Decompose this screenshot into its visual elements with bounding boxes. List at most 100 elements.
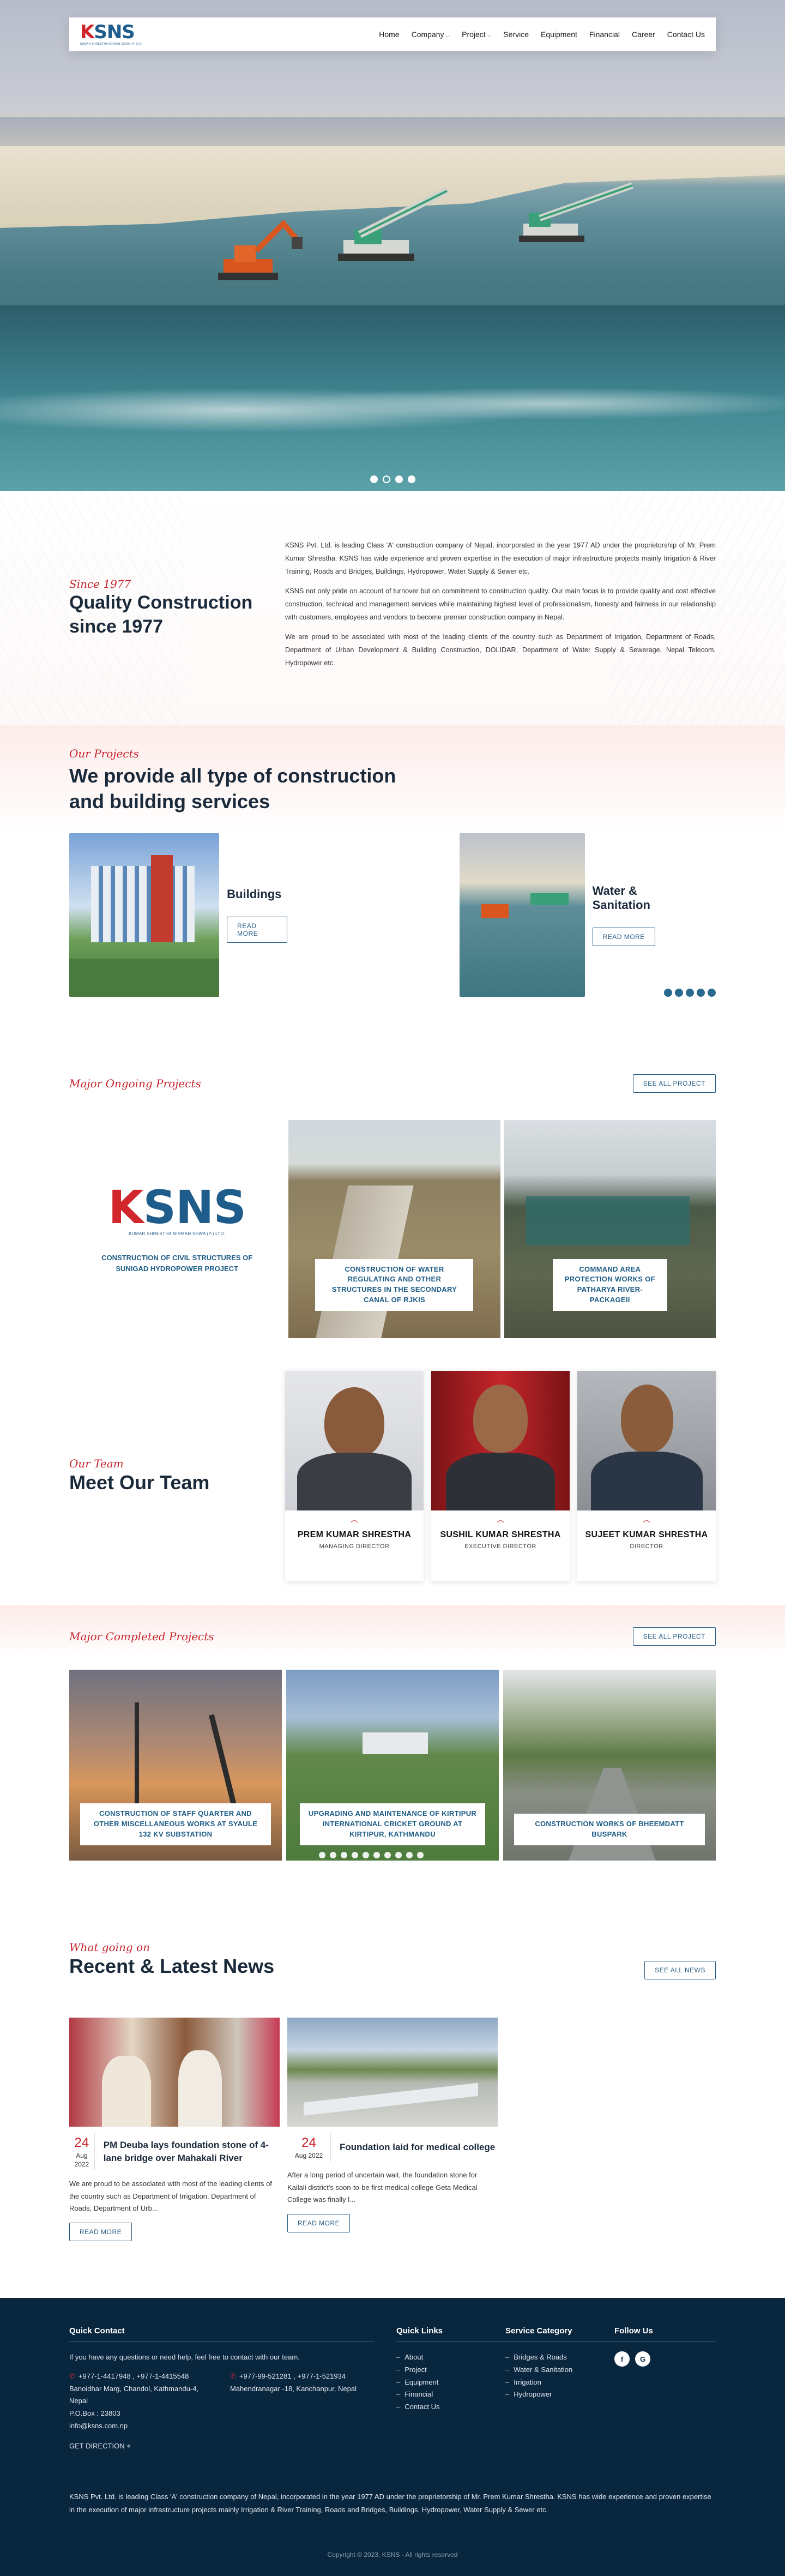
nav-item-company[interactable]: Company ⌵ xyxy=(412,30,450,39)
nav-item-home[interactable]: Home xyxy=(379,30,399,39)
slider-dot[interactable] xyxy=(363,1852,369,1858)
slider-dot[interactable] xyxy=(352,1852,358,1858)
slider-dot[interactable] xyxy=(330,1852,336,1858)
email-link[interactable]: info@ksns.com.np xyxy=(69,2420,375,2433)
get-direction-link[interactable]: GET DIRECTION ⌖ xyxy=(69,2440,375,2453)
news-image xyxy=(69,2017,280,2127)
completed-projects-section: Major Completed Projects SEE ALL PROJECT… xyxy=(0,1605,785,1908)
nav-item-financial[interactable]: Financial xyxy=(589,30,620,39)
footer-link[interactable]: Financial xyxy=(396,2388,505,2401)
nav-item-career[interactable]: Career xyxy=(632,30,655,39)
nav-item-equipment[interactable]: Equipment xyxy=(541,30,577,39)
team-member-card[interactable]: ︿ SUJEET KUMAR SHRESTHA DIRECTOR xyxy=(577,1371,716,1581)
phone-numbers[interactable]: +977-99-521281 , +977-1-521934 xyxy=(239,2372,346,2380)
logo-subtitle: KUMAR SHRESTHA NIRMAN SEWA (P.) LTD. xyxy=(129,1231,226,1236)
slider-dot[interactable] xyxy=(686,988,694,997)
quick-links: Quick Links About Project Equipment Fina… xyxy=(396,2326,505,2452)
news-headline[interactable]: PM Deuba lays foundation stone of 4-lane… xyxy=(95,2139,280,2165)
footer-link[interactable]: About xyxy=(396,2351,505,2364)
phone-numbers[interactable]: +977-1-4417948 , +977-1-4415548 xyxy=(78,2372,189,2380)
address: Banoidhar Marg, Chandol, Kathmandu-4, Ne… xyxy=(69,2384,199,2405)
team-member-name: SUJEET KUMAR SHRESTHA xyxy=(585,1530,708,1539)
footer-link[interactable]: Project xyxy=(396,2364,505,2376)
team-member-role: EXECUTIVE DIRECTOR xyxy=(464,1543,536,1550)
slider-dot[interactable] xyxy=(675,988,683,997)
ksns-logo: KSNS xyxy=(108,1181,246,1234)
see-all-project-button[interactable]: SEE ALL PROJECT xyxy=(632,1627,716,1646)
hero-slider: KSNS KUMAR SHRESTHA NIRMAN SEWA (P.) LTD… xyxy=(0,0,785,491)
footer-link[interactable]: Bridges & Roads xyxy=(505,2351,614,2364)
footer-link[interactable]: Hydropower xyxy=(505,2388,614,2401)
project-caption: COMMAND AREA PROTECTION WORKS OF PATHARY… xyxy=(552,1259,667,1311)
see-all-project-button[interactable]: SEE ALL PROJECT xyxy=(632,1074,716,1093)
read-more-button[interactable]: READ MORE xyxy=(69,2223,132,2242)
slider-dot[interactable] xyxy=(417,1852,424,1858)
about-title: Quality Construction since 1977 xyxy=(69,592,253,637)
slider-dot[interactable] xyxy=(384,1852,391,1858)
footer-link[interactable]: Water & Sanitation xyxy=(505,2364,614,2376)
slider-dot[interactable] xyxy=(697,988,705,997)
footer-link[interactable]: Equipment xyxy=(396,2376,505,2389)
slider-dot[interactable] xyxy=(319,1852,325,1858)
ongoing-project-card[interactable]: COMMAND AREA PROTECTION WORKS OF PATHARY… xyxy=(504,1120,716,1338)
hero-dot[interactable] xyxy=(407,476,415,483)
project-type-title: Water & Sanitation xyxy=(592,883,650,912)
footer-link[interactable]: Irrigation xyxy=(505,2376,614,2389)
logo-wordmark: KSNS xyxy=(80,21,135,43)
map-pin-icon: ⌖ xyxy=(126,2441,131,2450)
hero-dot[interactable] xyxy=(370,476,378,483)
google-icon[interactable]: G xyxy=(635,2351,650,2367)
news-title: Recent & Latest News xyxy=(69,1955,275,1977)
footer-link[interactable]: Contact Us xyxy=(396,2401,505,2414)
team-member-card[interactable]: ︿ SUSHIL KUMAR SHRESTHA EXECUTIVE DIRECT… xyxy=(431,1371,570,1581)
project-type-title: Buildings xyxy=(227,887,282,901)
news-image xyxy=(287,2017,498,2127)
project-caption: CONSTRUCTION WORKS OF BHEEMDATT BUSPARK xyxy=(514,1814,705,1845)
ongoing-eyebrow: Major Ongoing Projects xyxy=(69,1077,201,1090)
read-more-button[interactable]: READ MORE xyxy=(227,916,287,943)
phone-icon: ✆ xyxy=(230,2372,236,2380)
nav-item-project[interactable]: Project ⌵ xyxy=(462,30,491,39)
completed-project-card[interactable]: CONSTRUCTION WORKS OF BHEEMDATT BUSPARK xyxy=(503,1670,716,1861)
project-types-pagination xyxy=(664,988,716,997)
completed-pagination xyxy=(319,1852,424,1858)
slider-dot[interactable] xyxy=(341,1852,347,1858)
completed-project-card[interactable]: UPGRADING AND MAINTENANCE OF KIRTIPUR IN… xyxy=(286,1670,499,1861)
hero-dot-active[interactable] xyxy=(382,476,390,483)
about-text: KSNS Pvt. Ltd. is leading Class 'A' cons… xyxy=(285,541,716,667)
project-types-section: Our Projects We provide all type of cons… xyxy=(0,725,785,1042)
slider-dot[interactable] xyxy=(395,1852,402,1858)
ongoing-project-card[interactable]: KSNS KUMAR SHRESTHA NIRMAN SEWA (P.) LTD… xyxy=(69,1120,285,1338)
slider-dot[interactable] xyxy=(406,1852,413,1858)
news-card: 24 Aug 2022 PM Deuba lays foundation sto… xyxy=(69,2017,280,2242)
logo-subtitle: KUMAR SHRESTHA NIRMAN SEWA (P.) LTD. xyxy=(80,43,143,46)
team-title: Meet Our Team xyxy=(69,1471,210,1494)
chevron-up-icon: ︿ xyxy=(643,1515,650,1524)
ongoing-project-card[interactable]: CONSTRUCTION OF WATER REGULATING AND OTH… xyxy=(288,1120,500,1338)
team-member-photo xyxy=(431,1371,570,1510)
completed-eyebrow: Major Completed Projects xyxy=(69,1630,214,1643)
nav-item-contact[interactable]: Contact Us xyxy=(667,30,705,39)
news-headline[interactable]: Foundation laid for medical college xyxy=(331,2141,495,2154)
completed-project-card[interactable]: CONSTRUCTION OF STAFF QUARTER AND OTHER … xyxy=(69,1670,282,1861)
slider-dot[interactable] xyxy=(708,988,716,997)
read-more-button[interactable]: READ MORE xyxy=(287,2214,351,2233)
po-box: P.O.Box : 23803 xyxy=(69,2409,120,2417)
team-member-card[interactable]: ︿ PREM KUMAR SHRESTHA MANAGING DIRECTOR xyxy=(285,1371,424,1581)
nav-menu: Home Company ⌵ Project ⌵ Service Equipment… xyxy=(379,30,705,39)
slider-dot[interactable] xyxy=(373,1852,380,1858)
about-section: Since 1977 Quality Construction since 19… xyxy=(0,491,785,725)
quick-contact: Quick Contact If you have any questions … xyxy=(69,2326,396,2452)
facebook-icon[interactable]: f xyxy=(614,2351,630,2367)
news-section: What going on Recent & Latest News SEE A… xyxy=(0,1908,785,2298)
site-logo[interactable]: KSNS KUMAR SHRESTHA NIRMAN SEWA (P.) LTD… xyxy=(80,23,143,46)
about-eyebrow: Since 1977 xyxy=(69,577,131,591)
hero-dot[interactable] xyxy=(395,476,403,483)
slider-dot[interactable] xyxy=(664,988,672,997)
nav-item-service[interactable]: Service xyxy=(503,30,529,39)
team-member-photo xyxy=(577,1371,716,1510)
see-all-news-button[interactable]: SEE ALL NEWS xyxy=(644,1960,716,1979)
read-more-button[interactable]: READ MORE xyxy=(592,927,655,946)
main-navbar: KSNS KUMAR SHRESTHA NIRMAN SEWA (P.) LTD… xyxy=(69,17,716,51)
follow-us: Follow Us f G xyxy=(614,2326,716,2452)
